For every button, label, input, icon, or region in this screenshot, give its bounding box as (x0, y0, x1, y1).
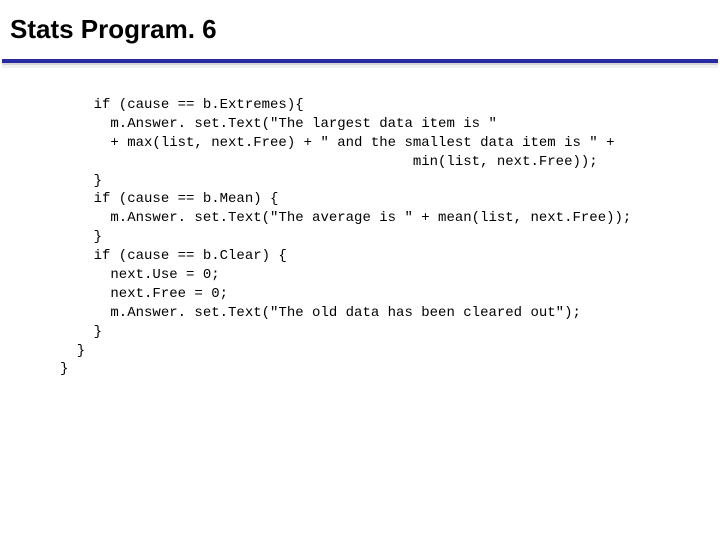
slide: Stats Program. 6 if (cause == b.Extremes… (0, 0, 720, 540)
title-area: Stats Program. 6 (0, 0, 720, 53)
code-block: if (cause == b.Extremes){ m.Answer. set.… (60, 96, 720, 379)
content-area: if (cause == b.Extremes){ m.Answer. set.… (0, 68, 720, 379)
title-divider (2, 59, 718, 68)
page-title: Stats Program. 6 (10, 14, 710, 45)
